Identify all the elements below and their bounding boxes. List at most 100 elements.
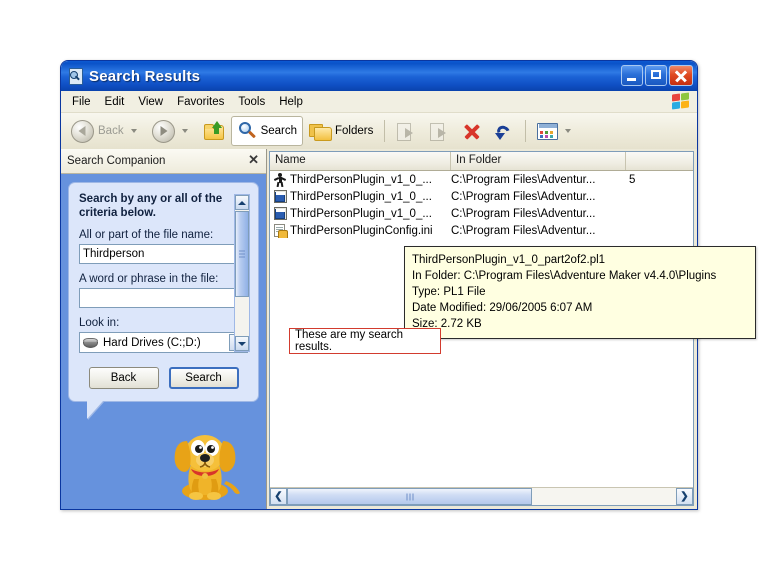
title-bar: Search Results bbox=[61, 61, 697, 91]
tooltip-folder: In Folder: C:\Program Files\Adventure Ma… bbox=[412, 270, 717, 282]
minimize-button[interactable] bbox=[621, 65, 643, 86]
phrase-input[interactable] bbox=[79, 288, 248, 308]
search-companion-body: Search by any or all of the criteria bel… bbox=[61, 174, 266, 509]
window-file-icon bbox=[273, 190, 287, 204]
row-folder: C:\Program Files\Adventur... bbox=[451, 190, 596, 203]
back-dropdown-icon[interactable] bbox=[130, 129, 137, 133]
search-companion-title: Search Companion bbox=[67, 155, 166, 167]
row-size: 5 bbox=[629, 173, 636, 186]
window-controls bbox=[621, 65, 693, 86]
delete-icon bbox=[462, 122, 482, 141]
lookin-value: Hard Drives (C:;D:) bbox=[103, 336, 201, 349]
window-file-icon bbox=[273, 207, 287, 221]
scroll-left-button[interactable]: ❮ bbox=[270, 488, 287, 505]
move-to-icon bbox=[396, 122, 417, 141]
row-folder: C:\Program Files\Adventur... bbox=[451, 224, 596, 237]
maximize-button[interactable] bbox=[645, 65, 667, 86]
scroll-right-button[interactable]: ❯ bbox=[676, 488, 693, 505]
up-button[interactable] bbox=[197, 116, 231, 146]
back-icon bbox=[71, 119, 94, 143]
undo-button[interactable] bbox=[488, 116, 520, 146]
companion-buttons: Back Search bbox=[79, 367, 248, 389]
row-name-cell: ThirdPersonPluginConfig.ini bbox=[270, 224, 451, 238]
folders-toolbar-label: Folders bbox=[335, 125, 374, 137]
column-header-size[interactable] bbox=[626, 152, 693, 170]
row-folder: C:\Program Files\Adventur... bbox=[451, 207, 596, 220]
search-toolbar-label: Search bbox=[260, 125, 298, 137]
row-filename: ThirdPersonPlugin_v1_0_... bbox=[290, 173, 432, 186]
table-row[interactable]: ThirdPersonPluginConfig.ini C:\Program F… bbox=[270, 222, 693, 239]
hard-drive-icon bbox=[83, 337, 99, 349]
windows-flag-icon bbox=[672, 92, 691, 110]
column-header-name[interactable]: Name bbox=[270, 152, 451, 170]
column-header-folder[interactable]: In Folder bbox=[451, 152, 626, 170]
companion-vertical-scrollbar[interactable] bbox=[234, 194, 250, 352]
menu-bar: File Edit View Favorites Tools Help bbox=[61, 91, 697, 113]
close-companion-icon[interactable]: ✕ bbox=[248, 153, 259, 167]
back-label: Back bbox=[98, 125, 124, 137]
menu-view[interactable]: View bbox=[131, 94, 170, 110]
person-file-icon bbox=[273, 172, 287, 187]
forward-dropdown-icon[interactable] bbox=[181, 129, 188, 133]
criteria-title: Search by any or all of the criteria bel… bbox=[79, 193, 223, 219]
menu-file[interactable]: File bbox=[65, 94, 98, 110]
row-filename: ThirdPersonPlugin_v1_0_... bbox=[290, 207, 432, 220]
search-criteria-balloon: Search by any or all of the criteria bel… bbox=[68, 182, 259, 419]
menu-tools[interactable]: Tools bbox=[231, 94, 272, 110]
file-details-tooltip: ThirdPersonPlugin_v1_0_part2of2.pl1 In F… bbox=[404, 246, 756, 339]
delete-button[interactable] bbox=[456, 116, 488, 146]
scroll-thumb[interactable] bbox=[235, 211, 249, 297]
table-row[interactable]: ThirdPersonPlugin_v1_0_... C:\Program Fi… bbox=[270, 171, 693, 188]
table-row[interactable]: ThirdPersonPlugin_v1_0_... C:\Program Fi… bbox=[270, 188, 693, 205]
row-folder: C:\Program Files\Adventur... bbox=[451, 173, 596, 186]
scroll-up-button[interactable] bbox=[235, 195, 249, 210]
scroll-down-button[interactable] bbox=[235, 336, 249, 351]
search-companion-header: Search Companion ✕ bbox=[61, 149, 266, 174]
annotation-box: These are my search results. bbox=[289, 328, 441, 354]
lookin-label: Look in: bbox=[79, 317, 120, 329]
move-to-button[interactable] bbox=[390, 116, 423, 146]
views-icon bbox=[537, 122, 559, 140]
row-filename: ThirdPersonPlugin_v1_0_... bbox=[290, 190, 432, 203]
views-button[interactable] bbox=[531, 116, 580, 146]
folders-toggle-button[interactable]: Folders bbox=[303, 116, 379, 146]
scroll-thumb-horizontal[interactable] bbox=[287, 488, 532, 505]
companion-search-button[interactable]: Search bbox=[168, 367, 239, 389]
tooltip-filename: ThirdPersonPlugin_v1_0_part2of2.pl1 bbox=[412, 254, 606, 266]
menu-favorites[interactable]: Favorites bbox=[170, 94, 231, 110]
forward-button[interactable] bbox=[146, 116, 197, 146]
row-name-cell: ThirdPersonPlugin_v1_0_... bbox=[270, 207, 451, 221]
copy-to-icon bbox=[429, 122, 450, 141]
toolbar-separator-2 bbox=[525, 120, 527, 142]
ini-file-icon bbox=[273, 224, 288, 238]
tooltip-date: Date Modified: 29/06/2005 6:07 AM bbox=[412, 302, 593, 314]
column-headers: Name In Folder bbox=[270, 152, 693, 171]
forward-icon bbox=[151, 119, 175, 143]
toolbar: Back Search Folders bbox=[61, 113, 697, 150]
menu-help[interactable]: Help bbox=[272, 94, 310, 110]
close-button[interactable] bbox=[669, 65, 693, 86]
search-companion-pane: Search Companion ✕ Search by any or all … bbox=[61, 149, 267, 509]
copy-to-button[interactable] bbox=[423, 116, 456, 146]
search-document-icon bbox=[66, 67, 84, 85]
row-name-cell: ThirdPersonPlugin_v1_0_... bbox=[270, 172, 451, 187]
rover-dog-icon bbox=[174, 435, 240, 500]
annotation-text: These are my search results. bbox=[295, 329, 404, 353]
scroll-track-horizontal[interactable] bbox=[287, 488, 676, 505]
menu-edit[interactable]: Edit bbox=[98, 94, 132, 110]
balloon-tail bbox=[87, 401, 103, 419]
table-row[interactable]: ThirdPersonPlugin_v1_0_... C:\Program Fi… bbox=[270, 205, 693, 222]
search-icon bbox=[237, 121, 257, 141]
companion-back-button[interactable]: Back bbox=[88, 367, 159, 389]
folders-icon bbox=[309, 122, 333, 141]
views-dropdown-icon[interactable] bbox=[565, 129, 572, 133]
back-button[interactable]: Back bbox=[65, 116, 146, 146]
screen-root: Search Results File Edit View Favorites … bbox=[0, 0, 767, 563]
row-filename: ThirdPersonPluginConfig.ini bbox=[290, 224, 433, 237]
results-horizontal-scrollbar[interactable]: ❮ ❯ bbox=[270, 487, 693, 505]
lookin-select[interactable]: Hard Drives (C:;D:) bbox=[79, 332, 248, 353]
search-toggle-button[interactable]: Search bbox=[230, 116, 304, 146]
filename-input[interactable] bbox=[79, 244, 248, 264]
scroll-track[interactable] bbox=[235, 297, 249, 336]
tooltip-size: Size: 2.72 KB bbox=[412, 318, 482, 330]
